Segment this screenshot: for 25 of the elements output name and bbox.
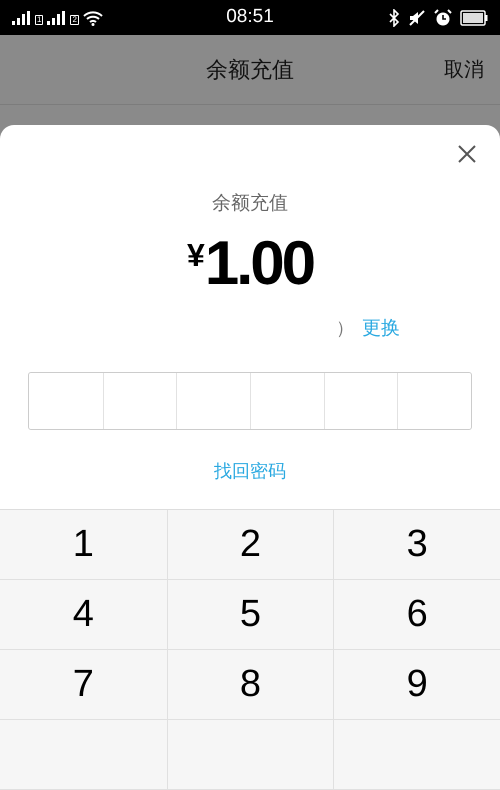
alarm-icon	[434, 8, 452, 26]
currency-symbol: ¥	[186, 238, 205, 270]
keypad-key[interactable]: 4	[0, 580, 167, 650]
keypad-key[interactable]: 2	[166, 510, 334, 580]
keypad-key[interactable]: 7	[0, 650, 167, 720]
cancel-button[interactable]: 取消	[444, 54, 484, 84]
keypad-key[interactable]: 6	[333, 580, 500, 650]
amount-value: 1.00	[204, 232, 314, 294]
keypad-key[interactable]: 9	[333, 650, 500, 720]
keypad-key[interactable]: 3	[333, 510, 500, 580]
keypad-key[interactable]: 5	[166, 580, 334, 650]
password-field[interactable]	[28, 372, 472, 430]
close-icon[interactable]	[458, 145, 476, 163]
keypad-key[interactable]: 8	[166, 650, 334, 720]
sim-label: 1	[35, 14, 44, 24]
bluetooth-icon	[388, 8, 400, 26]
sim-label: 2	[70, 14, 79, 24]
sheet-title: 余额充值	[212, 192, 288, 216]
payment-method-text: ）	[336, 317, 354, 340]
page-title: 余额充值	[206, 56, 294, 84]
clock-time: 08:51	[226, 5, 274, 30]
battery-icon	[460, 10, 488, 26]
wifi-icon	[82, 10, 103, 26]
keypad-key[interactable]: 1	[0, 510, 167, 580]
mute-icon	[408, 8, 426, 26]
